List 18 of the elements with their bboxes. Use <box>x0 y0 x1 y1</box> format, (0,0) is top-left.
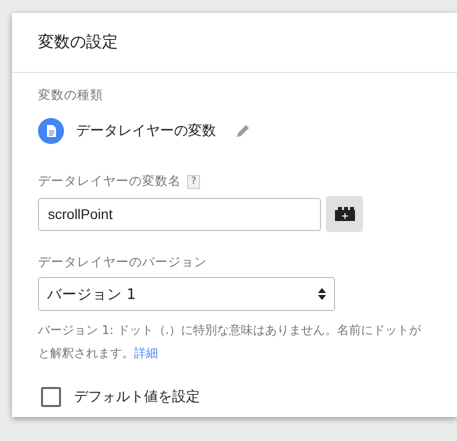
variable-picker-button[interactable] <box>326 196 363 232</box>
input-field[interactable]: scrollPoint <box>38 198 321 230</box>
pencil-icon[interactable] <box>236 124 250 138</box>
help-text: バージョン 1: ドット（.）に特別な意味はありません。名前にドットが <box>38 322 422 339</box>
variable-type-name: データレイヤーの変数 <box>76 122 216 140</box>
version-dropdown[interactable]: バージョン 1 <box>38 277 335 311</box>
field-label: データレイヤーのバージョン <box>38 254 207 271</box>
document-icon <box>38 118 64 144</box>
details-link[interactable]: 詳細 <box>134 346 158 360</box>
sort-arrows-icon <box>318 288 326 300</box>
checkbox-label: デフォルト値を設定 <box>74 388 200 406</box>
dialog-title: 変数の設定 <box>38 32 118 53</box>
help-text: と解釈されます。詳細 <box>38 345 158 362</box>
field-label: データレイヤーの変数名 <box>38 173 181 190</box>
section-label: 変数の種類 <box>38 87 103 104</box>
help-icon[interactable]: ? <box>187 174 200 188</box>
brick-icon <box>334 207 354 221</box>
checkbox[interactable] <box>41 387 61 407</box>
